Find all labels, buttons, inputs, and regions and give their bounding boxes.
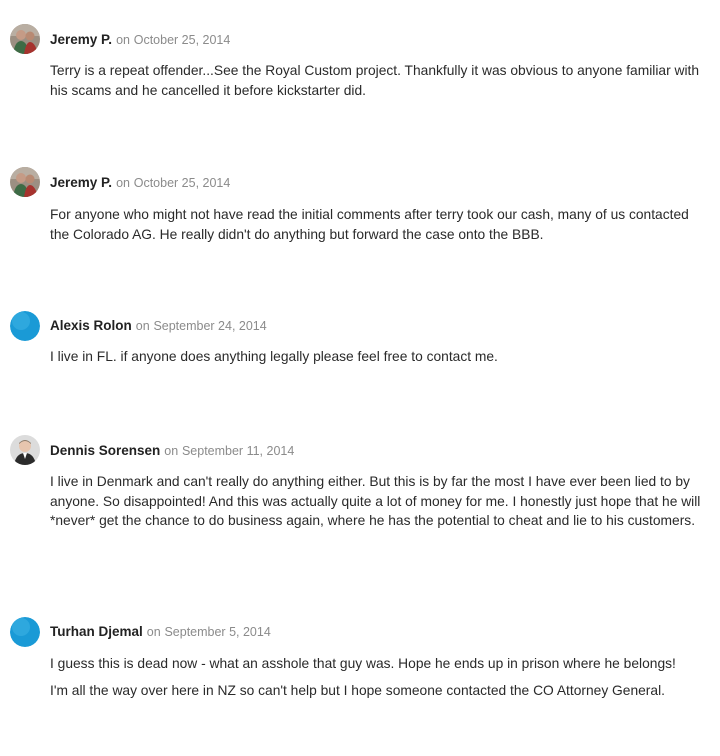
comment-body: I live in FL. if anyone does anything le… (50, 347, 710, 367)
user-avatar[interactable] (10, 24, 40, 54)
comment-body: I live in Denmark and can't really do an… (50, 472, 710, 531)
comment-body: I guess this is dead now - what an assho… (50, 654, 710, 700)
comment-date: September 5, 2014 (164, 625, 271, 639)
user-avatar[interactable] (10, 167, 40, 197)
comment-text: For anyone who might not have read the i… (50, 207, 689, 242)
comment-author[interactable]: Jeremy P. (50, 32, 112, 47)
comment-header: Dennis Sorensen on September 11, 2014 (50, 443, 294, 459)
comment-date: September 24, 2014 (153, 319, 267, 333)
user-avatar[interactable] (10, 311, 40, 341)
comment-author[interactable]: Jeremy P. (50, 175, 112, 190)
comment-author[interactable]: Turhan Djemal (50, 624, 143, 639)
comment-text: Terry is a repeat offender...See the Roy… (50, 63, 700, 98)
comment-body: Terry is a repeat offender...See the Roy… (50, 61, 710, 100)
comment-date-prefix: on (135, 319, 150, 333)
comment-body: For anyone who might not have read the i… (50, 205, 710, 244)
comment-text: I'm all the way over here in NZ so can't… (50, 682, 665, 698)
user-avatar[interactable] (10, 617, 40, 647)
comment-author[interactable]: Alexis Rolon (50, 318, 132, 333)
comment-date-prefix: on (116, 33, 130, 47)
comment-header: Alexis Rolon on September 24, 2014 (50, 318, 267, 334)
comment-date-prefix: on (146, 625, 161, 639)
comment-text: I live in Denmark and can't really do an… (50, 474, 701, 528)
comment-date: October 25, 2014 (133, 176, 231, 190)
comment-header: Jeremy P. on October 25, 2014 (50, 175, 230, 191)
photo-avatar-icon (10, 24, 40, 54)
comment-text: I live in FL. if anyone does anything le… (50, 349, 498, 364)
comment-header: Turhan Djemal on September 5, 2014 (50, 624, 271, 640)
default-avatar-icon (10, 617, 40, 647)
photo-avatar-icon (10, 167, 40, 197)
comment-date: September 11, 2014 (181, 444, 295, 458)
comment-header: Jeremy P. on October 25, 2014 (50, 32, 230, 48)
comment-date-prefix: on (164, 444, 179, 458)
comment-author[interactable]: Dennis Sorensen (50, 443, 160, 458)
photo-avatar-icon (10, 435, 40, 465)
user-avatar[interactable] (10, 435, 40, 465)
comment-date-prefix: on (116, 176, 130, 190)
comment-text: I guess this is dead now - what an assho… (50, 656, 676, 671)
default-avatar-icon (10, 311, 40, 341)
comment-date: October 25, 2014 (133, 33, 231, 47)
